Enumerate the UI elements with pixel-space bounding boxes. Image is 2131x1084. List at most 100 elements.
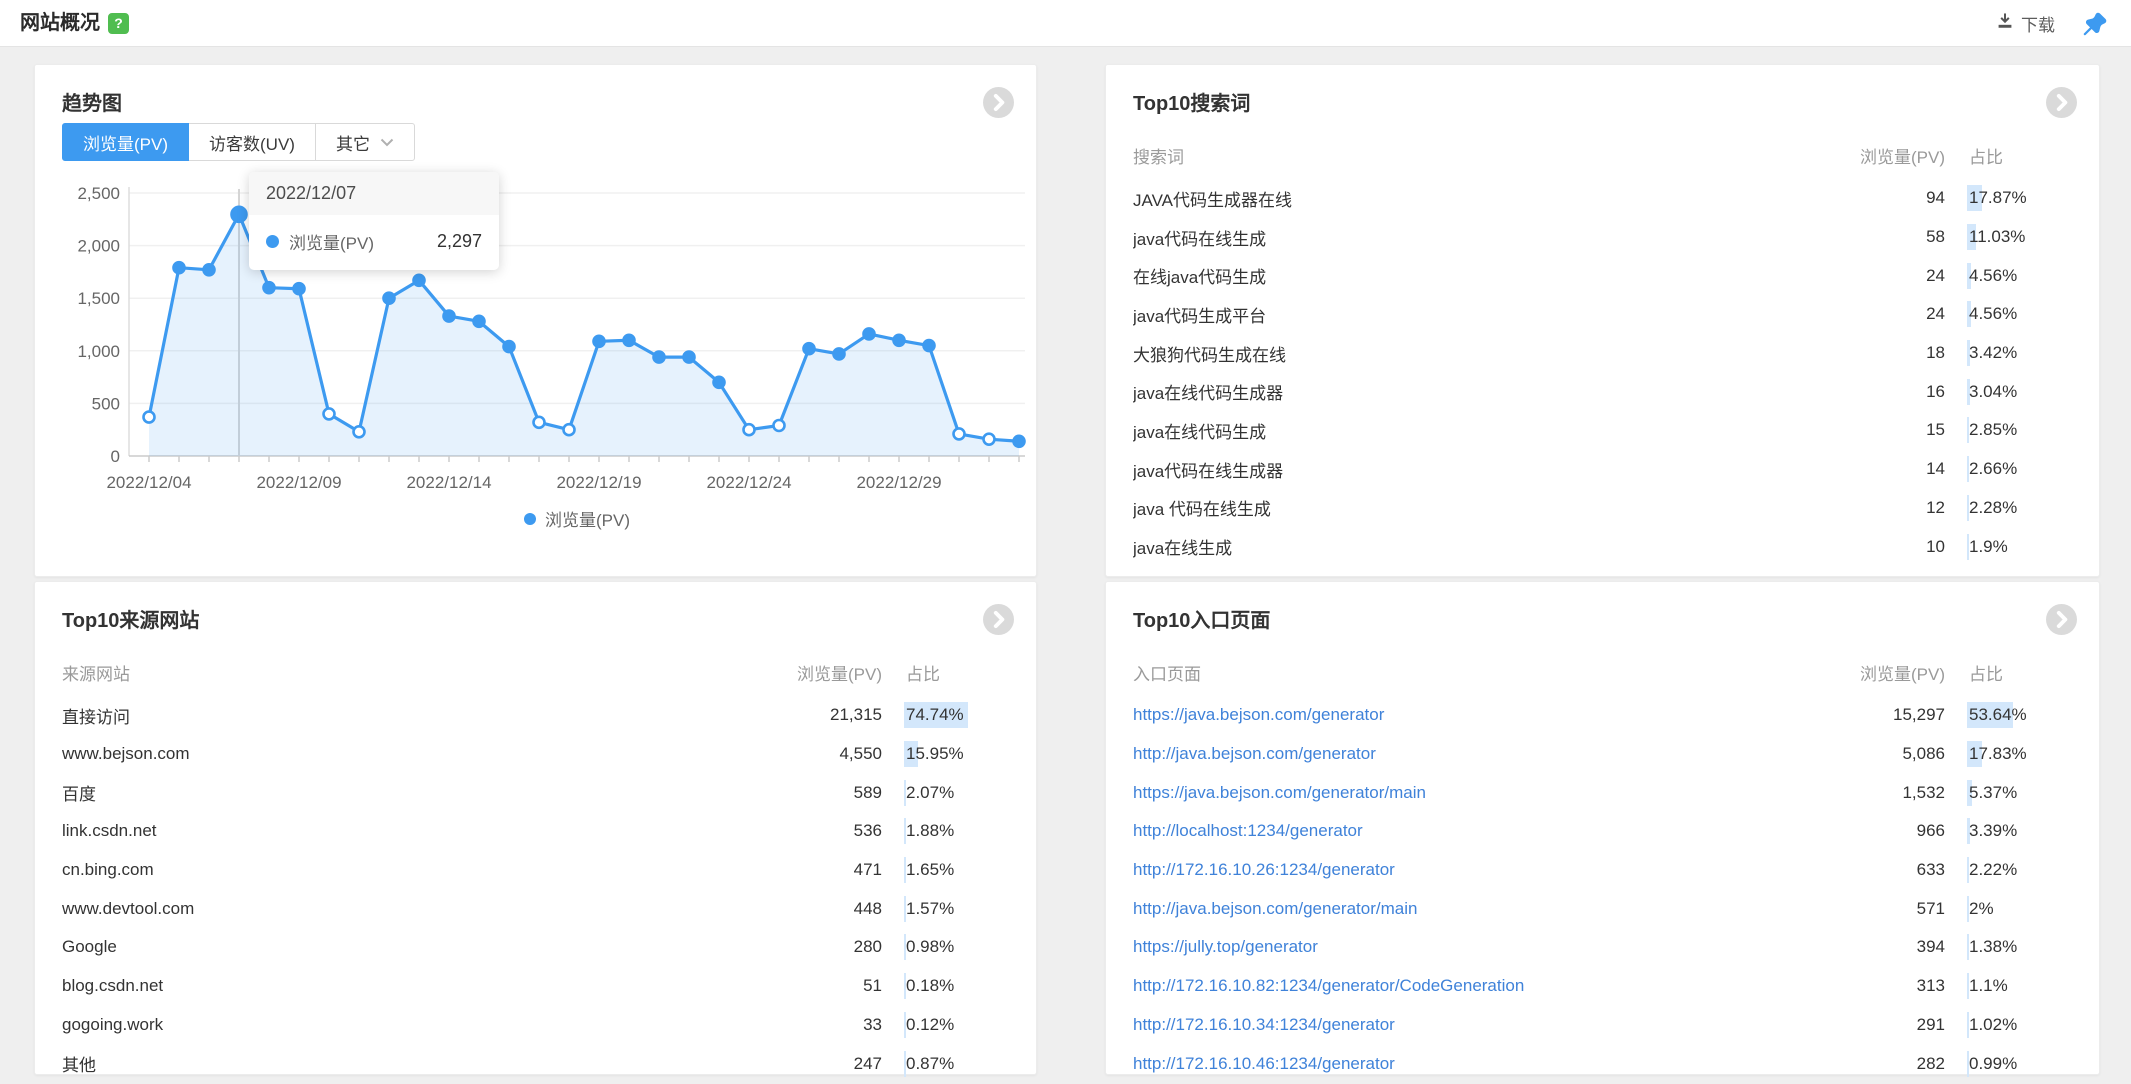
column-name: 入口页面	[1133, 660, 1835, 685]
data-point[interactable]	[504, 341, 515, 352]
tooltip-series-name: 浏览量(PV)	[289, 229, 374, 254]
data-point[interactable]	[894, 335, 905, 346]
row-pct-value: 2.22%	[1969, 860, 2017, 879]
data-point[interactable]	[954, 428, 965, 439]
legend-label: 浏览量(PV)	[545, 506, 630, 531]
row-pct-value: 74.74%	[906, 705, 964, 724]
data-point[interactable]	[144, 412, 155, 423]
download-button[interactable]: 下载	[1996, 0, 2055, 47]
table-row: http://java.bejson.com/generator/main571…	[1133, 889, 2072, 928]
data-point[interactable]	[654, 352, 665, 363]
data-point[interactable]	[774, 420, 785, 431]
row-pct-value: 2.07%	[906, 783, 954, 802]
row-pct-value: 2.85%	[1969, 420, 2017, 439]
referrer-panel-title: Top10来源网站	[62, 604, 199, 633]
row-pv-value: 21,315	[772, 705, 882, 725]
help-icon[interactable]: ?	[108, 13, 129, 34]
column-pct: 占比	[1945, 660, 2072, 685]
row-pv-value: 282	[1835, 1054, 1945, 1074]
row-name: 在线java代码生成	[1133, 263, 1835, 288]
row-name: java在线代码生成器	[1133, 379, 1835, 404]
data-point[interactable]	[444, 311, 455, 322]
data-point[interactable]	[684, 352, 695, 363]
data-point[interactable]	[804, 343, 815, 354]
entry-page-link[interactable]: http://java.bejson.com/generator	[1133, 744, 1835, 764]
data-point[interactable]	[324, 408, 335, 419]
row-pv-value: 571	[1835, 899, 1945, 919]
row-pv-value: 1,532	[1835, 783, 1945, 803]
entry-page-link[interactable]: http://localhost:1234/generator	[1133, 821, 1835, 841]
tab-uv[interactable]: 访客数(UV)	[188, 123, 316, 161]
entry-page-link[interactable]: https://java.bejson.com/generator	[1133, 705, 1835, 725]
data-point[interactable]	[924, 340, 935, 351]
data-point[interactable]	[354, 426, 365, 437]
pin-icon[interactable]	[2083, 12, 2107, 36]
row-pv-value: 18	[1835, 343, 1945, 363]
x-axis-tick-label: 2022/12/04	[106, 473, 191, 492]
table-row: www.devtool.com4481.57%	[62, 889, 1009, 928]
data-point[interactable]	[474, 316, 485, 327]
table-row: 百度5892.07%	[62, 773, 1009, 812]
data-point[interactable]	[1014, 436, 1025, 447]
entry-page-link[interactable]: http://172.16.10.34:1234/generator	[1133, 1015, 1835, 1035]
tab-other-dropdown[interactable]: 其它	[315, 123, 415, 161]
chart-legend[interactable]: 浏览量(PV)	[129, 506, 1025, 531]
top-entry-pages-panel: Top10入口页面 入口页面 浏览量(PV) 占比 https://java.b…	[1105, 581, 2100, 1075]
data-point[interactable]	[232, 207, 247, 222]
x-axis-tick-label: 2022/12/19	[556, 473, 641, 492]
data-point[interactable]	[174, 262, 185, 273]
row-pct-value: 5.37%	[1969, 783, 2017, 802]
row-pct-value: 1.02%	[1969, 1015, 2017, 1034]
data-point[interactable]	[564, 424, 575, 435]
data-point[interactable]	[384, 293, 395, 304]
table-row: 在线java代码生成244.56%	[1133, 256, 2072, 295]
x-axis-tick-label: 2022/12/09	[256, 473, 341, 492]
row-pv-value: 5,086	[1835, 744, 1945, 764]
y-axis-tick-label: 1,000	[77, 342, 120, 361]
row-pct-value: 3.39%	[1969, 821, 2017, 840]
tab-pv[interactable]: 浏览量(PV)	[62, 123, 189, 161]
row-pv-value: 16	[1835, 382, 1945, 402]
x-axis-tick-label: 2022/12/29	[856, 473, 941, 492]
table-row: http://172.16.10.26:1234/generator6332.2…	[1133, 851, 2072, 890]
data-point[interactable]	[714, 377, 725, 388]
row-pv-value: 448	[772, 899, 882, 919]
table-row: http://172.16.10.46:1234/generator2820.9…	[1133, 1044, 2072, 1083]
data-point[interactable]	[834, 348, 845, 359]
data-point[interactable]	[594, 336, 605, 347]
table-row: http://172.16.10.34:1234/generator2911.0…	[1133, 1006, 2072, 1045]
entry-page-link[interactable]: https://jully.top/generator	[1133, 937, 1835, 957]
column-pv: 浏览量(PV)	[1835, 660, 1945, 685]
entry-page-link[interactable]: https://java.bejson.com/generator/main	[1133, 783, 1835, 803]
panel-detail-arrow-icon[interactable]	[2046, 87, 2077, 118]
row-pv-value: 94	[1835, 188, 1945, 208]
entry-page-link[interactable]: http://172.16.10.82:1234/generator/CodeG…	[1133, 976, 1835, 996]
row-name: www.devtool.com	[62, 899, 772, 919]
data-point[interactable]	[864, 328, 875, 339]
row-pct-value: 2%	[1969, 899, 1994, 918]
data-point[interactable]	[294, 283, 305, 294]
entry-page-link[interactable]: http://172.16.10.46:1234/generator	[1133, 1054, 1835, 1074]
row-pv-value: 966	[1835, 821, 1945, 841]
panel-detail-arrow-icon[interactable]	[983, 604, 1014, 635]
data-point[interactable]	[624, 335, 635, 346]
data-point[interactable]	[744, 424, 755, 435]
data-point[interactable]	[414, 275, 425, 286]
entry-page-link[interactable]: http://java.bejson.com/generator/main	[1133, 899, 1835, 919]
data-point[interactable]	[264, 282, 275, 293]
row-pv-value: 10	[1835, 537, 1945, 557]
row-pct-value: 0.18%	[906, 976, 954, 995]
data-point[interactable]	[984, 434, 995, 445]
panel-detail-arrow-icon[interactable]	[983, 87, 1014, 118]
row-pv-value: 4,550	[772, 744, 882, 764]
y-axis-tick-label: 1,500	[77, 289, 120, 308]
row-pct-value: 0.12%	[906, 1015, 954, 1034]
table-row: cn.bing.com4711.65%	[62, 851, 1009, 890]
entry-page-link[interactable]: http://172.16.10.26:1234/generator	[1133, 860, 1835, 880]
panel-detail-arrow-icon[interactable]	[2046, 604, 2077, 635]
series-dot-icon	[266, 235, 279, 248]
data-point[interactable]	[204, 264, 215, 275]
data-point[interactable]	[534, 417, 545, 428]
column-pv: 浏览量(PV)	[772, 660, 882, 685]
row-pct-value: 0.87%	[906, 1054, 954, 1073]
